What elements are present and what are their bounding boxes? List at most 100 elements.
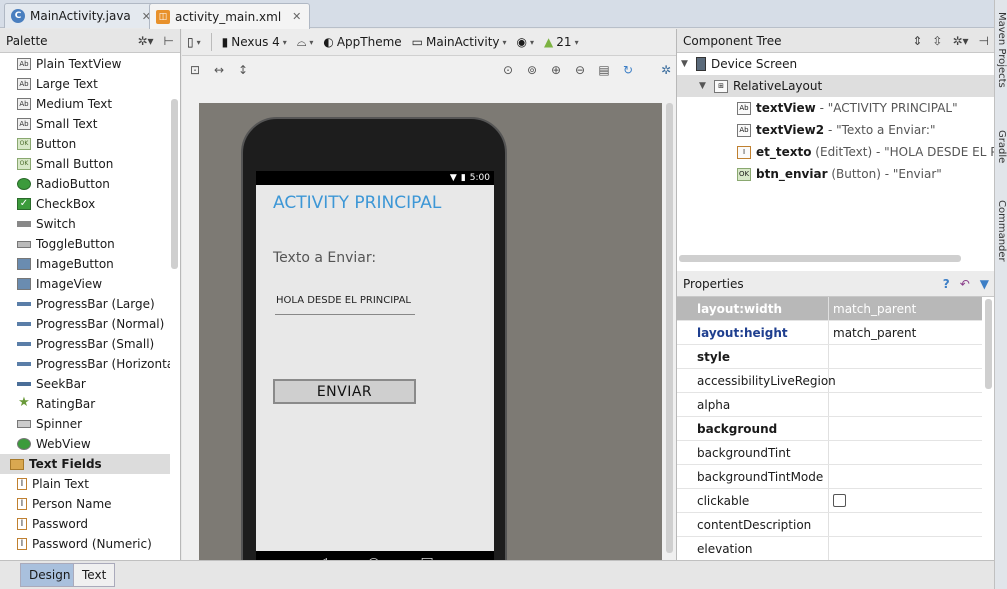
palette-item-seekbar[interactable]: SeekBar — [0, 374, 170, 394]
preview-button[interactable]: ENVIAR — [273, 379, 416, 404]
palette-item-progressbar-large[interactable]: ProgressBar (Large) — [0, 294, 170, 314]
property-value[interactable] — [829, 393, 982, 416]
editor-scrollbar[interactable] — [666, 103, 673, 553]
property-value[interactable] — [829, 441, 982, 464]
tree-item-device-screen[interactable]: ▼ Device Screen — [677, 53, 995, 75]
property-row[interactable]: clickable — [677, 489, 982, 513]
property-value[interactable] — [829, 369, 982, 392]
gear-icon[interactable]: ✲▾ — [952, 34, 968, 48]
tab-design[interactable]: Design — [20, 563, 80, 587]
palette-item-progressbar-small[interactable]: ProgressBar (Small) — [0, 334, 170, 354]
zoom-actual-icon[interactable]: ⊚ — [524, 62, 540, 78]
undo-icon[interactable]: ↶ — [960, 277, 970, 291]
property-row[interactable]: contentDescription — [677, 513, 982, 537]
palette-item-medium-text[interactable]: Ab Medium Text — [0, 94, 170, 114]
property-row[interactable]: style — [677, 345, 982, 369]
property-row[interactable]: layout:height match_parent — [677, 321, 982, 345]
palette-item-small-button[interactable]: OK Small Button — [0, 154, 170, 174]
zoom-in-icon[interactable]: ⊕ — [548, 62, 564, 78]
palette-item-radiobutton[interactable]: RadioButton — [0, 174, 170, 194]
palette-item-checkbox[interactable]: ✓ CheckBox — [0, 194, 170, 214]
palette-item-person-name[interactable]: I Person Name — [0, 494, 170, 514]
tab-mainactivity-java[interactable]: C MainActivity.java ✕ — [4, 3, 160, 28]
palette-item-password[interactable]: I Password — [0, 514, 170, 534]
palette-item-webview[interactable]: WebView — [0, 434, 170, 454]
palette-item-imageview[interactable]: ImageView — [0, 274, 170, 294]
palette-item-progressbar-horizontal[interactable]: ProgressBar (Horizontal) — [0, 354, 170, 374]
palette-item-ratingbar[interactable]: ★ RatingBar — [0, 394, 170, 414]
palette-scrollbar[interactable] — [171, 99, 178, 269]
palette-item-plain-textview[interactable]: Ab Plain TextView — [0, 54, 170, 74]
zoom-mode-icon[interactable]: ⊡ — [187, 62, 203, 78]
property-value[interactable] — [829, 345, 982, 368]
tree-item-textview[interactable]: Ab textView - "ACTIVITY PRINCIPAL" — [677, 97, 995, 119]
properties-scrollbar[interactable] — [985, 299, 992, 389]
expand-vertical-icon[interactable]: ↕ — [235, 62, 251, 78]
maven-projects-tool[interactable]: Maven Projects — [996, 12, 1007, 88]
tree-item-textview2[interactable]: Ab textView2 - "Texto a Enviar:" — [677, 119, 995, 141]
help-icon[interactable]: ? — [943, 277, 950, 291]
palette-category-text-fields[interactable]: Text Fields — [0, 454, 170, 474]
refresh-icon[interactable]: ↻ — [620, 62, 636, 78]
property-value[interactable] — [829, 537, 982, 560]
collapse-icon[interactable]: ▼ — [699, 81, 709, 91]
property-row[interactable]: accessibilityLiveRegion — [677, 369, 982, 393]
palette-item-large-text[interactable]: Ab Large Text — [0, 74, 170, 94]
expand-all-icon[interactable]: ⇕ — [912, 34, 922, 48]
property-value[interactable] — [829, 513, 982, 536]
close-icon[interactable]: ✕ — [292, 10, 301, 23]
property-row[interactable]: backgroundTintMode — [677, 465, 982, 489]
tree-item-relativelayout[interactable]: ▼ ⊞ RelativeLayout — [677, 75, 995, 97]
palette-item-password-numeric[interactable]: I Password (Numeric) — [0, 534, 170, 554]
clickable-checkbox[interactable] — [833, 494, 846, 507]
gear-icon[interactable]: ✲▾ — [137, 34, 153, 48]
api-selector[interactable]: ▲ 21 ▾ — [544, 35, 579, 49]
zoom-fit-icon[interactable]: ⊙ — [500, 62, 516, 78]
tree-scrollbar[interactable] — [679, 255, 961, 262]
tab-text[interactable]: Text — [73, 563, 116, 587]
palette-item-plain-text[interactable]: I Plain Text — [0, 474, 170, 494]
palette-item-switch[interactable]: Switch — [0, 214, 170, 234]
layout-variants-button[interactable]: ▯ ▾ — [187, 35, 201, 49]
property-key: backgroundTintMode — [677, 465, 829, 488]
design-canvas[interactable]: ▼ ▮ 5:00 ACTIVITY PRINCIPAL Texto a Envi… — [199, 103, 662, 560]
palette-item-togglebutton[interactable]: ToggleButton — [0, 234, 170, 254]
property-row[interactable]: backgroundTint — [677, 441, 982, 465]
palette-item-progressbar-normal[interactable]: ProgressBar (Normal) — [0, 314, 170, 334]
tab-activity-main-xml[interactable]: ◫ activity_main.xml ✕ — [149, 3, 311, 29]
gradle-tool[interactable]: Gradle — [996, 130, 1007, 163]
palette-item-small-text[interactable]: Ab Small Text — [0, 114, 170, 134]
preview-edittext[interactable]: HOLA DESDE EL PRINCIPAL — [275, 295, 415, 315]
property-row[interactable]: layout:width match_parent — [677, 297, 982, 321]
settings-icon[interactable]: ✲ — [658, 62, 674, 78]
preview-textview-title[interactable]: ACTIVITY PRINCIPAL — [273, 193, 441, 213]
activity-selector[interactable]: ▭ MainActivity ▾ — [412, 35, 507, 49]
page-icon[interactable]: ▤ — [596, 62, 612, 78]
theme-selector[interactable]: ◐ AppTheme — [323, 35, 401, 49]
property-key: alpha — [677, 393, 829, 416]
palette-item-imagebutton[interactable]: ImageButton — [0, 254, 170, 274]
preview-textview-label[interactable]: Texto a Enviar: — [273, 250, 376, 266]
property-value[interactable] — [829, 417, 982, 440]
orientation-button[interactable]: ⌓ ▾ — [297, 35, 314, 50]
zoom-out-icon[interactable]: ⊖ — [572, 62, 588, 78]
palette-item-button[interactable]: OK Button — [0, 134, 170, 154]
tree-item-btn-enviar[interactable]: OK btn_enviar (Button) - "Enviar" — [677, 163, 995, 185]
expand-horizontal-icon[interactable]: ↔ — [211, 62, 227, 78]
locale-selector[interactable]: ◉ ▾ — [517, 35, 535, 49]
property-value[interactable]: match_parent — [829, 321, 982, 344]
hide-panel-icon[interactable]: ⊢ — [164, 34, 174, 48]
property-value[interactable] — [829, 465, 982, 488]
collapse-icon[interactable]: ▼ — [681, 59, 691, 69]
collapse-all-icon[interactable]: ⇳ — [932, 34, 942, 48]
hide-panel-icon[interactable]: ⊣ — [979, 34, 989, 48]
property-row[interactable]: alpha — [677, 393, 982, 417]
tree-item-et-texto[interactable]: I et_texto (EditText) - "HOLA DESDE EL P… — [677, 141, 995, 163]
property-row[interactable]: elevation — [677, 537, 982, 561]
property-row[interactable]: background — [677, 417, 982, 441]
device-selector[interactable]: ▮ Nexus 4 ▾ — [222, 35, 287, 49]
palette-item-spinner[interactable]: Spinner — [0, 414, 170, 434]
property-value[interactable]: match_parent — [829, 297, 982, 320]
filter-icon[interactable]: ▼ — [980, 277, 989, 291]
commander-tool[interactable]: Commander — [996, 200, 1007, 262]
